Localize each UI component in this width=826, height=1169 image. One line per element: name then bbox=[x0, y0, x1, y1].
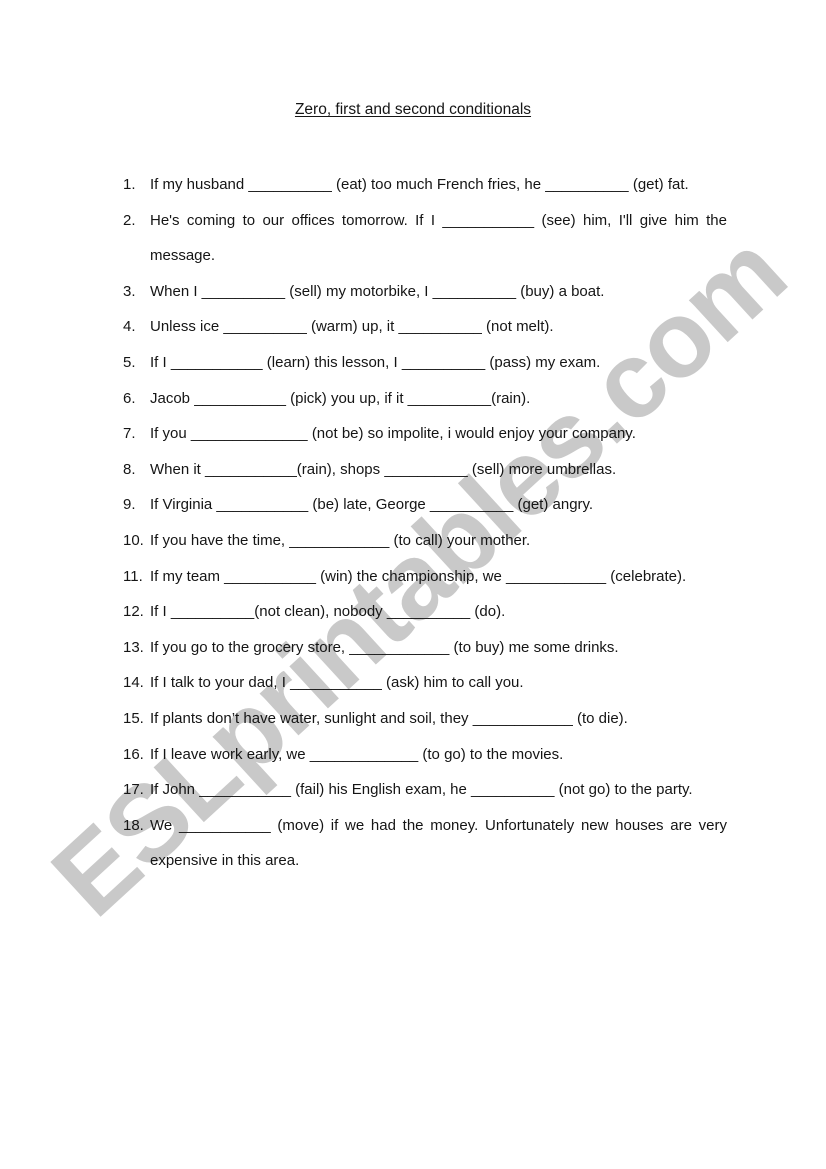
exercise-item: 14. If I talk to your dad, I ___________ … bbox=[123, 665, 727, 701]
exercise-number: 8. bbox=[123, 460, 136, 478]
exercise-item: 2. He's coming to our offices tomorrow. I… bbox=[123, 203, 727, 274]
exercise-text: Unless ice __________ (warm) up, it ____… bbox=[150, 318, 554, 336]
exercise-item: 7. If you ______________ (not be) so impo… bbox=[123, 416, 727, 452]
exercise-number: 6. bbox=[123, 389, 136, 407]
exercise-item: 1. If my husband __________ (eat) too muc… bbox=[123, 167, 727, 203]
exercise-text: When I __________ (sell) my motorbike, I… bbox=[150, 282, 605, 300]
exercise-number: 3. bbox=[123, 282, 136, 300]
exercise-item: 6. Jacob ___________ (pick) you up, if it… bbox=[123, 381, 727, 417]
exercise-number: 16. bbox=[123, 745, 144, 763]
exercise-number: 15. bbox=[123, 709, 144, 727]
exercise-number: 11. bbox=[123, 567, 143, 585]
exercise-text: If plants don’t have water, sunlight and… bbox=[150, 709, 628, 727]
exercise-number: 9. bbox=[123, 496, 136, 514]
exercise-text: If my team ___________ (win) the champio… bbox=[150, 567, 687, 585]
exercise-text: If my husband __________ (eat) too much … bbox=[150, 176, 689, 193]
exercise-number: 17. bbox=[123, 781, 144, 799]
exercise-item: 12. If I __________(not clean), nobody __… bbox=[123, 594, 727, 630]
exercise-number: 5. bbox=[123, 353, 136, 371]
exercise-list: 1. If my husband __________ (eat) too muc… bbox=[123, 167, 727, 879]
exercise-item: 11. If my team ___________ (win) the cham… bbox=[123, 559, 727, 595]
exercise-item: 16. If I leave work early, we ___________… bbox=[123, 737, 727, 773]
exercise-text: He's coming to our offices tomorrow. If … bbox=[150, 211, 727, 265]
exercise-number: 4. bbox=[123, 318, 136, 336]
worksheet-page: Zero, first and second conditionals 1. If… bbox=[0, 0, 826, 1169]
exercise-number: 18. bbox=[123, 816, 144, 834]
exercise-number: 13. bbox=[123, 638, 144, 656]
exercise-item: 18. We ___________ (move) if we had the m… bbox=[123, 808, 727, 879]
exercise-text: If you ______________ (not be) so impoli… bbox=[150, 425, 636, 443]
exercise-text: When it ___________(rain), shops _______… bbox=[150, 460, 617, 478]
exercise-text: If John ___________ (fail) his English e… bbox=[150, 781, 693, 799]
exercise-number: 14. bbox=[123, 674, 144, 692]
exercise-text: If Virginia ___________ (be) late, Georg… bbox=[150, 496, 594, 514]
exercise-text: Jacob ___________ (pick) you up, if it _… bbox=[150, 389, 531, 407]
exercise-number: 7. bbox=[123, 425, 136, 443]
exercise-item: 8. When it ___________(rain), shops _____… bbox=[123, 452, 727, 488]
exercise-item: 13. If you go to the grocery store, _____… bbox=[123, 630, 727, 666]
exercise-item: 10. If you have the time, ____________ (t… bbox=[123, 523, 727, 559]
exercise-text: If I ___________ (learn) this lesson, I … bbox=[150, 353, 601, 371]
exercise-item: 4. Unless ice __________ (warm) up, it __… bbox=[123, 309, 727, 345]
worksheet-title: Zero, first and second conditionals bbox=[294, 101, 532, 118]
exercise-text: If I leave work early, we _____________ … bbox=[150, 745, 564, 763]
exercise-number: 10. bbox=[123, 531, 144, 549]
exercise-item: 5. If I ___________ (learn) this lesson, … bbox=[123, 345, 727, 381]
exercise-text: If you go to the grocery store, ________… bbox=[150, 638, 619, 656]
exercise-text: If I talk to your dad, I ___________ (as… bbox=[150, 674, 524, 692]
exercise-item: 3. When I __________ (sell) my motorbike,… bbox=[123, 274, 727, 310]
exercise-item: 17. If John ___________ (fail) his Englis… bbox=[123, 772, 727, 808]
exercise-number: 12. bbox=[123, 603, 144, 621]
exercise-item: 15. If plants don’t have water, sunlight … bbox=[123, 701, 727, 737]
exercise-item: 9. If Virginia ___________ (be) late, Geo… bbox=[123, 487, 727, 523]
exercise-text: If you have the time, ____________ (to c… bbox=[150, 531, 531, 549]
exercise-number: 2. bbox=[123, 211, 136, 229]
exercise-number: 1. bbox=[123, 176, 136, 193]
exercise-text: We ___________ (move) if we had the mone… bbox=[150, 816, 727, 870]
exercise-text: If I __________(not clean), nobody _____… bbox=[150, 603, 506, 621]
